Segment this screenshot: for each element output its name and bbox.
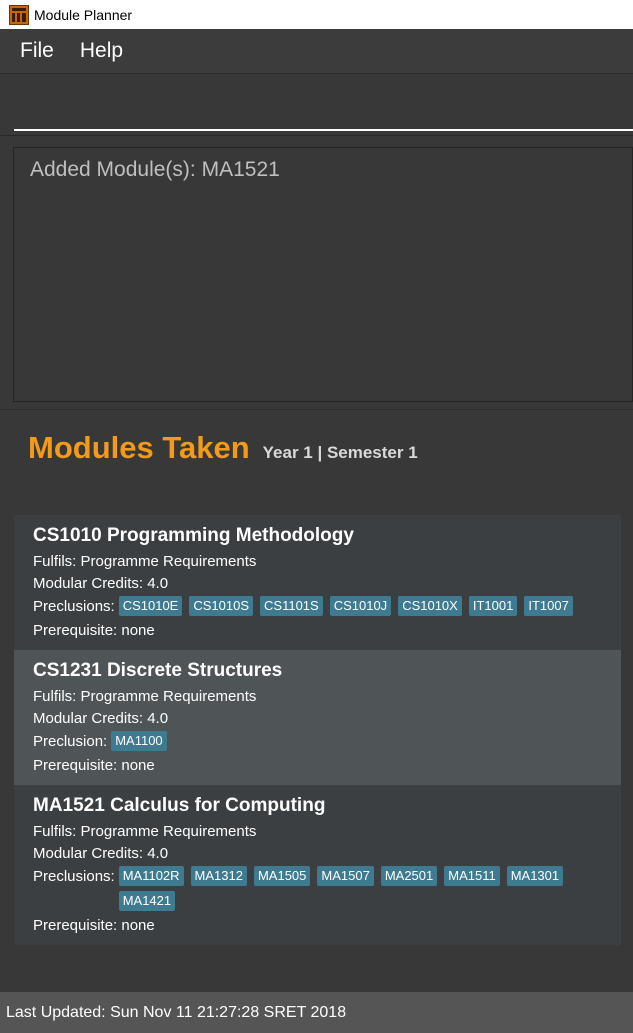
- preclusion-label: Preclusions:: [33, 868, 115, 885]
- module-name: CS1231 Discrete Structures: [33, 660, 283, 681]
- preclusion-tag: MA1312: [190, 866, 247, 886]
- planner-app-icon: [9, 4, 29, 25]
- module-fulfils: Fulfils: Programme Requirements: [33, 688, 257, 705]
- preclusion-tag: MA1301: [506, 866, 564, 886]
- module-card[interactable]: CS1010 Programming Methodology Fulfils: …: [14, 515, 621, 650]
- module-prerequisite: Prerequisite: none: [33, 622, 155, 639]
- menu-help[interactable]: Help: [66, 39, 135, 63]
- preclusion-tag: MA1505: [253, 866, 311, 886]
- title-bar: Module Planner: [0, 0, 633, 29]
- module-card-selected[interactable]: CS1231 Discrete Structures Fulfils: Prog…: [14, 650, 621, 785]
- preclusion-tag: MA1100: [111, 731, 167, 751]
- module-list[interactable]: CS1010 Programming Methodology Fulfils: …: [14, 515, 621, 945]
- semester-label: Year 1 | Semester 1: [262, 443, 418, 462]
- result-message: Added Module(s): MA1521: [30, 158, 280, 181]
- module-fulfils: Fulfils: Programme Requirements: [33, 823, 257, 840]
- status-bar: Last Updated: Sun Nov 11 21:27:28 SRET 2…: [0, 992, 633, 1033]
- panel-title: Modules Taken: [28, 430, 250, 465]
- module-credits: Modular Credits: 4.0: [33, 710, 169, 727]
- module-card[interactable]: MA1521 Calculus for Computing Fulfils: P…: [14, 785, 621, 945]
- preclusion-tag: CS1010S: [189, 596, 254, 616]
- preclusion-label: Preclusion:: [33, 733, 108, 750]
- preclusion-tag: CS1010J: [329, 596, 392, 616]
- preclusion-tag: MA1507: [317, 866, 374, 886]
- command-box: [0, 73, 633, 135]
- preclusion-tag: MA2501: [380, 866, 438, 886]
- preclusion-tag: MA1421: [118, 891, 176, 911]
- module-name: MA1521 Calculus for Computing: [33, 795, 326, 816]
- module-fulfils: Fulfils: Programme Requirements: [33, 553, 257, 570]
- module-name: CS1010 Programming Methodology: [33, 525, 354, 546]
- preclusion-tag: MA1511: [444, 866, 500, 886]
- window-title: Module Planner: [34, 6, 133, 23]
- menu-file[interactable]: File: [6, 39, 66, 63]
- preclusion-label: Preclusions:: [33, 598, 115, 615]
- module-prerequisite: Prerequisite: none: [33, 757, 155, 774]
- panel-header: Modules Taken Year 1 | Semester 1: [28, 430, 418, 466]
- module-preclusions: Preclusions: MA1102R MA1312 MA1505 MA150…: [33, 865, 602, 915]
- result-display: Added Module(s): MA1521: [0, 135, 633, 409]
- module-preclusions: Preclusion: MA1100: [33, 730, 602, 755]
- module-credits: Modular Credits: 4.0: [33, 845, 169, 862]
- preclusion-tag: CS1101S: [260, 596, 323, 616]
- preclusion-tag: CS1010E: [118, 596, 183, 616]
- preclusion-tag: CS1010X: [398, 596, 462, 616]
- last-updated-text: Last Updated: Sun Nov 11 21:27:28 SRET 2…: [6, 1003, 347, 1021]
- command-input[interactable]: [14, 84, 633, 131]
- preclusion-tag: IT1007: [524, 596, 573, 616]
- preclusion-tag: MA1102R: [118, 866, 184, 886]
- module-preclusions: Preclusions: CS1010E CS1010S CS1101S CS1…: [33, 595, 602, 620]
- menu-bar: File Help: [0, 29, 633, 73]
- modules-panel: Modules Taken Year 1 | Semester 1 CS1010…: [0, 409, 633, 992]
- module-prerequisite: Prerequisite: none: [33, 917, 155, 934]
- preclusion-tag: IT1001: [468, 596, 518, 616]
- result-text-area[interactable]: Added Module(s): MA1521: [13, 147, 633, 402]
- module-credits: Modular Credits: 4.0: [33, 575, 169, 592]
